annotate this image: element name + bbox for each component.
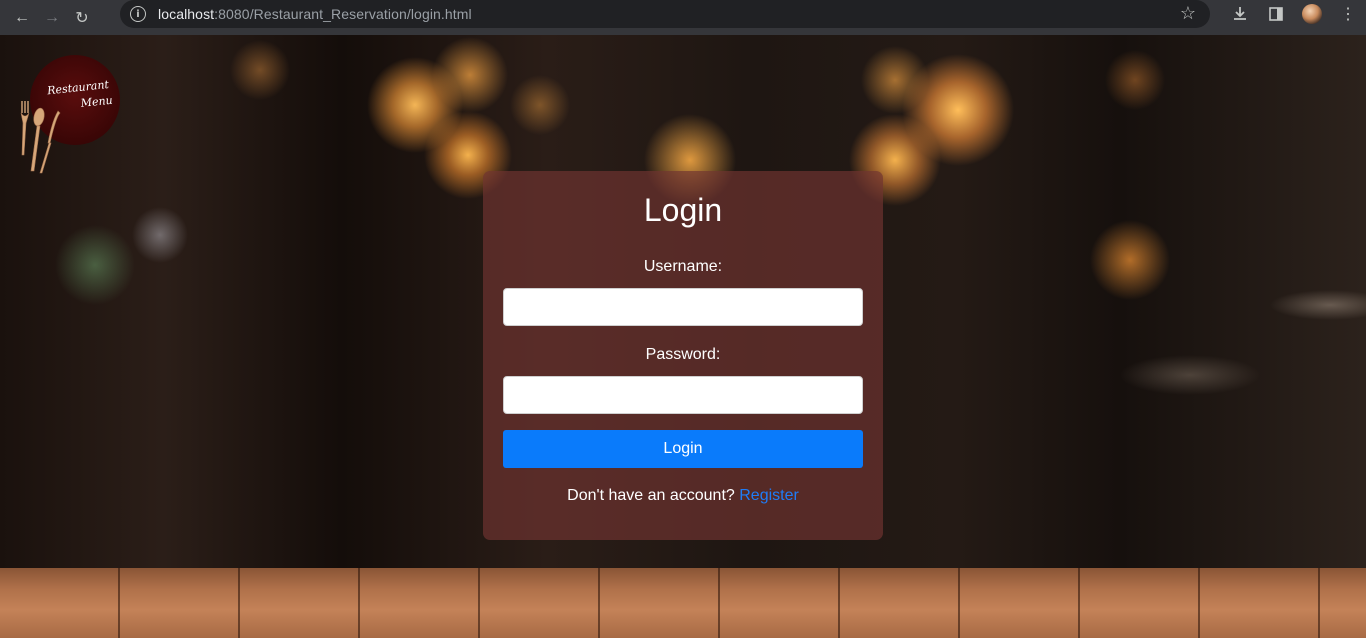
login-button[interactable]: Login — [503, 430, 863, 468]
login-card: Login Username: Password: Login Don't ha… — [483, 171, 883, 540]
site-info-icon[interactable]: i — [130, 6, 146, 22]
reload-icon[interactable]: ↻ — [67, 3, 97, 33]
register-link[interactable]: Register — [739, 487, 799, 504]
browser-toolbar: ← → ↻ i localhost:8080/Restaurant_Reserv… — [0, 0, 1366, 35]
url-text[interactable]: localhost:8080/Restaurant_Reservation/lo… — [158, 6, 472, 22]
cutlery-icon — [20, 101, 61, 174]
username-input[interactable] — [503, 288, 863, 326]
menu-kebab-icon[interactable]: ⋮ — [1330, 4, 1366, 24]
download-icon[interactable] — [1222, 6, 1258, 22]
wooden-table — [0, 568, 1366, 638]
register-prompt-text: Don't have an account? — [567, 487, 735, 504]
password-input[interactable] — [503, 376, 863, 414]
username-label: Username: — [643, 258, 723, 275]
side-panel-icon[interactable] — [1258, 6, 1294, 22]
login-title: Login — [643, 192, 723, 228]
address-bar[interactable]: i localhost:8080/Restaurant_Reservation/… — [120, 0, 1210, 28]
password-label: Password: — [645, 346, 721, 363]
profile-avatar[interactable] — [1294, 4, 1330, 24]
back-icon[interactable]: ← — [7, 3, 37, 33]
forward-icon[interactable]: → — [37, 3, 67, 33]
page-background: Restaurant Menu Login Username: Password… — [0, 35, 1366, 638]
register-prompt: Don't have an account? Register — [483, 487, 883, 505]
bookmark-star-icon[interactable]: ☆ — [1180, 3, 1196, 24]
